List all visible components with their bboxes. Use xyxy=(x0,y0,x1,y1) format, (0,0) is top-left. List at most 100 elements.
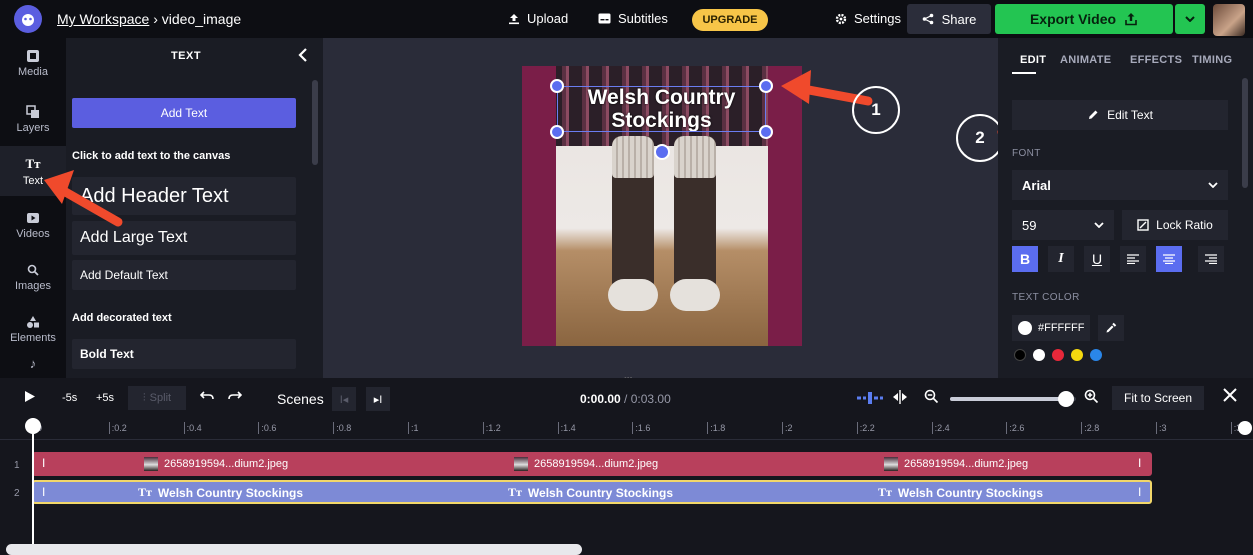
font-size-value: 59 xyxy=(1022,217,1037,233)
split-label: Split xyxy=(149,392,172,404)
clip-thumbnail xyxy=(884,457,898,471)
playhead-handle[interactable] xyxy=(25,418,41,434)
font-size-select[interactable]: 59 xyxy=(1012,210,1114,240)
text-clip-label: Tт Welsh Country Stockings xyxy=(878,485,1044,500)
zoom-in-icon xyxy=(1084,389,1099,404)
ruler-tick: :1 xyxy=(408,422,419,434)
close-timeline-button[interactable] xyxy=(1222,387,1238,406)
ruler-tick: :1.6 xyxy=(632,422,650,434)
ruler-tick: :1.2 xyxy=(482,422,501,434)
back-5s-button[interactable]: -5s xyxy=(62,392,77,404)
split-view-button[interactable] xyxy=(892,390,908,407)
align-right-button[interactable] xyxy=(1198,246,1224,272)
tab-effects[interactable]: EFFECTS xyxy=(1130,54,1182,66)
font-select[interactable]: Arial xyxy=(1012,170,1228,200)
track-number-1: 1 xyxy=(14,460,20,471)
ruler-tick: :0.6 xyxy=(258,422,276,434)
properties-panel: EDIT ANIMATE EFFECTS TIMING Edit Text FO… xyxy=(998,38,1253,378)
text-track-clip[interactable]: I Tт Welsh Country Stockings Tт Welsh Coun… xyxy=(32,480,1152,504)
snap-toggle[interactable] xyxy=(856,391,884,408)
ruler-tick: :2 xyxy=(782,422,793,434)
fit-to-screen-button[interactable]: Fit to Screen xyxy=(1112,386,1204,410)
timeline-end-handle[interactable] xyxy=(1238,421,1252,435)
split-button[interactable]: ⫶ Split xyxy=(128,386,186,410)
lock-ratio-icon xyxy=(1137,219,1149,231)
ruler-tick: :0.8 xyxy=(333,422,351,434)
ruler-tick: :2.6 xyxy=(1006,422,1024,434)
track-number-2: 2 xyxy=(14,488,20,499)
timeline-scrollbar[interactable] xyxy=(6,544,582,555)
ruler-tick: :3 xyxy=(1156,422,1167,434)
tab-edit[interactable]: EDIT xyxy=(1020,54,1046,66)
lock-ratio-toggle[interactable]: Lock Ratio xyxy=(1122,210,1228,240)
ruler-tick: :0.4 xyxy=(183,422,202,434)
text-icon: Tт xyxy=(138,485,152,499)
active-tab-indicator xyxy=(1012,72,1036,74)
ruler-tick: :2.2 xyxy=(856,422,875,434)
image-clip-label: 2658919594...dium2.jpeg xyxy=(514,457,658,471)
clip-trim-right[interactable]: I xyxy=(1138,485,1141,499)
clip-trim-left[interactable]: I xyxy=(42,485,45,499)
properties-scrollbar[interactable] xyxy=(1242,78,1248,188)
next-scene-button[interactable]: ▸I xyxy=(366,387,390,411)
text-color-field[interactable]: #FFFFFF xyxy=(1012,315,1090,341)
edit-text-label: Edit Text xyxy=(1107,108,1153,122)
font-value: Arial xyxy=(1022,177,1051,193)
align-left-icon xyxy=(1127,254,1139,264)
ruler-tick: :1.4 xyxy=(557,422,576,434)
zoom-slider-fill xyxy=(950,397,1066,401)
swatch-yellow[interactable] xyxy=(1071,349,1083,361)
swatch-red[interactable] xyxy=(1052,349,1064,361)
text-color-label: TEXT COLOR xyxy=(1012,292,1080,303)
underline-button[interactable]: U xyxy=(1084,246,1110,272)
ruler-tick: :0.2 xyxy=(108,422,127,434)
forward-5s-button[interactable]: +5s xyxy=(96,392,114,404)
text-clip-label: Tт Welsh Country Stockings xyxy=(138,485,304,500)
snap-icon xyxy=(857,392,883,404)
play-button[interactable] xyxy=(24,390,36,406)
ruler-tick: :2.8 xyxy=(1081,422,1099,434)
zoom-slider-knob[interactable] xyxy=(1057,391,1074,407)
zoom-slider[interactable] xyxy=(950,391,1076,407)
italic-button[interactable]: I xyxy=(1048,246,1074,272)
text-clip-label: Tт Welsh Country Stockings xyxy=(508,485,674,500)
zoom-out-button[interactable] xyxy=(924,389,939,407)
tab-animate[interactable]: ANIMATE xyxy=(1060,54,1111,66)
text-color-value: #FFFFFF xyxy=(1038,322,1085,334)
text-icon: Tт xyxy=(878,485,892,499)
undo-button[interactable] xyxy=(199,390,214,403)
close-icon xyxy=(1223,388,1237,402)
tab-timing[interactable]: TIMING xyxy=(1192,54,1232,66)
swatch-white[interactable] xyxy=(1033,349,1045,361)
eyedropper-button[interactable] xyxy=(1098,315,1124,341)
current-time: 0:00.00 xyxy=(580,392,621,406)
undo-icon xyxy=(199,391,214,400)
clip-trim-right[interactable]: I xyxy=(1138,456,1141,470)
edit-text-button[interactable]: Edit Text xyxy=(1012,100,1228,130)
clip-trim-left[interactable]: I xyxy=(42,456,45,470)
chevron-down-icon xyxy=(1208,182,1218,188)
redo-button[interactable] xyxy=(228,390,243,403)
playhead[interactable] xyxy=(32,418,34,555)
image-track-clip[interactable]: I 2658919594...dium2.jpeg 2658919594...d… xyxy=(32,452,1152,476)
time-display: 0:00.00 / 0:03.00 xyxy=(580,392,671,406)
image-clip-label: 2658919594...dium2.jpeg xyxy=(144,457,288,471)
split-icon: ⫶ xyxy=(142,391,146,404)
ruler-tick: :2.4 xyxy=(931,422,950,434)
zoom-out-icon xyxy=(924,389,939,404)
total-time: / 0:03.00 xyxy=(624,392,671,406)
align-right-icon xyxy=(1205,254,1217,264)
lock-ratio-label: Lock Ratio xyxy=(1156,218,1213,232)
align-center-button[interactable] xyxy=(1156,246,1182,272)
skip-forward-icon: ▸I xyxy=(373,393,383,406)
prev-scene-button[interactable]: I◂ xyxy=(332,387,356,411)
timeline: -5s +5s ⫶ Split Scenes I◂ ▸I 0:00.00 / 0… xyxy=(0,378,1253,555)
swatch-blue[interactable] xyxy=(1090,349,1102,361)
chevron-down-icon xyxy=(1094,222,1104,228)
bold-button[interactable]: B xyxy=(1012,246,1038,272)
timeline-ruler[interactable]: 0:0.2:0.4:0.6:0.8:1:1.2:1.4:1.6:1.8:2:2.… xyxy=(0,418,1253,440)
swatch-black[interactable] xyxy=(1014,349,1026,361)
current-color-dot xyxy=(1018,321,1032,335)
align-left-button[interactable] xyxy=(1120,246,1146,272)
zoom-in-button[interactable] xyxy=(1084,389,1099,407)
